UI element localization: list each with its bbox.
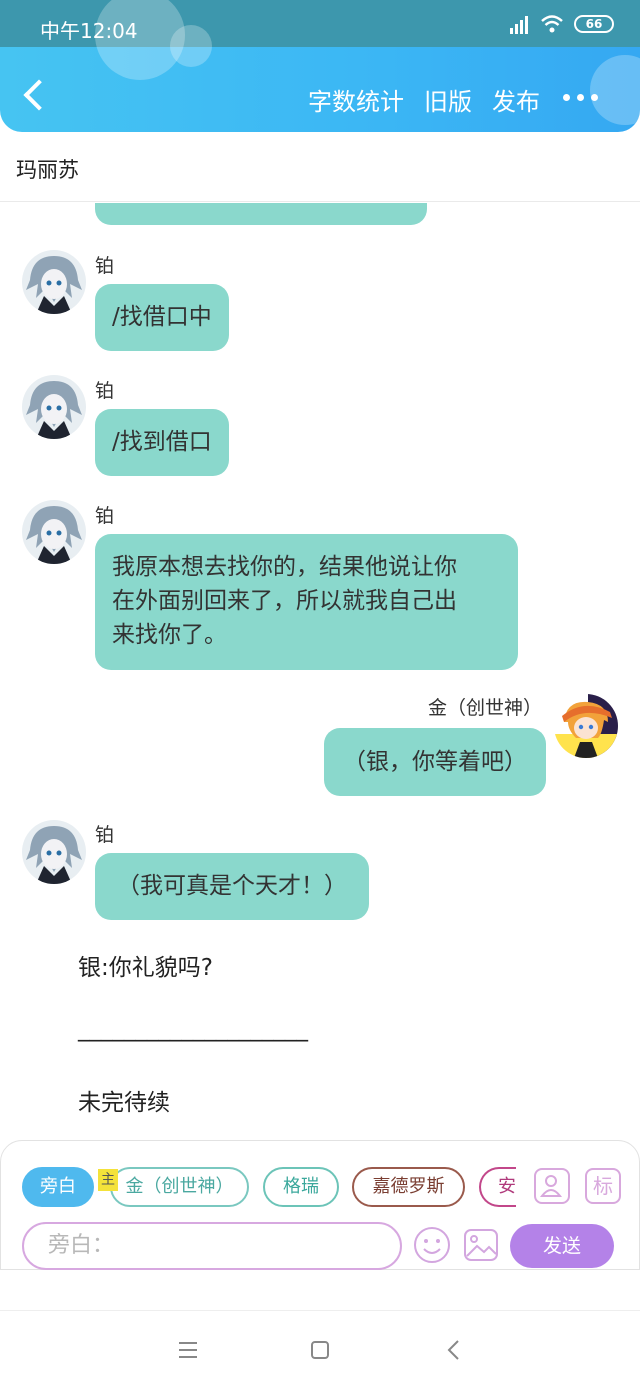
avatar[interactable] bbox=[22, 820, 86, 884]
story-title-bar: 玛丽苏 bbox=[0, 132, 640, 202]
sender-name: 铂 bbox=[95, 255, 115, 277]
message-line: 来找你了。 bbox=[112, 622, 227, 648]
message-bubble-outgoing[interactable]: （银，你等着吧） bbox=[324, 728, 546, 796]
role-chip[interactable]: 金（创世神） bbox=[110, 1167, 249, 1207]
chat-area[interactable]: 铂 /找借口中 铂 /找到借口 铂 我原本想去找你的，结果他说让你 在外面别回来… bbox=[0, 203, 640, 1140]
app-header: 中午12:04 66 字数统计 旧版 发布 bbox=[0, 0, 640, 132]
sender-name: 金（创世神） bbox=[427, 697, 542, 719]
wifi-icon bbox=[541, 15, 563, 33]
word-count-button[interactable]: 字数统计 bbox=[308, 82, 404, 117]
chevron-left-icon bbox=[23, 79, 55, 111]
signal-icon bbox=[506, 14, 530, 34]
sender-name: 铂 bbox=[95, 380, 115, 402]
message-input[interactable]: 旁白： bbox=[22, 1222, 402, 1270]
emoji-icon[interactable] bbox=[413, 1226, 451, 1264]
sender-name: 铂 bbox=[95, 505, 115, 527]
old-version-button[interactable]: 旧版 bbox=[424, 82, 472, 117]
decor-bubble bbox=[590, 55, 640, 125]
character-avatar-icon bbox=[22, 500, 86, 564]
publish-button[interactable]: 发布 bbox=[492, 82, 540, 117]
home-icon[interactable] bbox=[310, 1340, 330, 1360]
menu-icon[interactable] bbox=[178, 1341, 198, 1359]
role-chip[interactable]: 安 bbox=[479, 1167, 516, 1207]
status-icons: 66 bbox=[506, 14, 614, 34]
narration-text: 银:你礼貌吗? bbox=[78, 955, 213, 981]
decor-bubble bbox=[170, 25, 212, 67]
story-title: 玛丽苏 bbox=[16, 158, 79, 182]
character-avatar-icon bbox=[22, 250, 86, 314]
role-chip[interactable]: 嘉德罗斯 bbox=[352, 1167, 465, 1207]
avatar[interactable] bbox=[554, 694, 618, 758]
character-avatar-icon bbox=[22, 820, 86, 884]
character-avatar-icon bbox=[22, 375, 86, 439]
system-nav-bar bbox=[0, 1310, 640, 1387]
message-line: 我原本想去找你的，结果他说让你 bbox=[112, 554, 457, 580]
avatar[interactable] bbox=[22, 375, 86, 439]
avatar[interactable] bbox=[22, 250, 86, 314]
message-bubble[interactable]: /找到借口 bbox=[95, 409, 229, 476]
message-bubble[interactable]: 我原本想去找你的，结果他说让你 在外面别回来了，所以就我自己出 来找你了。 bbox=[95, 534, 518, 670]
narration-text: 未完待续 bbox=[78, 1090, 170, 1116]
owner-badge: 主 bbox=[98, 1169, 118, 1191]
character-avatar-icon bbox=[554, 694, 618, 758]
header-actions: 字数统计 旧版 发布 bbox=[308, 82, 540, 117]
message-bubble-partial bbox=[95, 203, 427, 225]
image-icon[interactable] bbox=[462, 1226, 500, 1264]
more-icon[interactable] bbox=[563, 94, 598, 101]
message-bubble[interactable]: /找借口中 bbox=[95, 284, 229, 351]
role-chip[interactable]: 格瑞 bbox=[263, 1167, 339, 1207]
back-icon[interactable] bbox=[446, 1339, 460, 1361]
back-button[interactable] bbox=[22, 78, 55, 116]
avatar[interactable] bbox=[22, 500, 86, 564]
narration-divider: ____________________ bbox=[78, 1016, 308, 1042]
message-line: 在外面别回来了，所以就我自己出 bbox=[112, 588, 457, 614]
role-chip-narration[interactable]: 旁白 bbox=[22, 1167, 94, 1207]
tag-icon[interactable]: 标 bbox=[585, 1168, 621, 1204]
sender-name: 铂 bbox=[95, 824, 115, 846]
add-role-icon[interactable] bbox=[534, 1168, 570, 1204]
status-time: 中午12:04 bbox=[40, 19, 138, 43]
message-bubble[interactable]: （我可真是个天才！） bbox=[95, 853, 369, 920]
battery-icon: 66 bbox=[574, 15, 614, 33]
send-button[interactable]: 发送 bbox=[510, 1224, 614, 1268]
